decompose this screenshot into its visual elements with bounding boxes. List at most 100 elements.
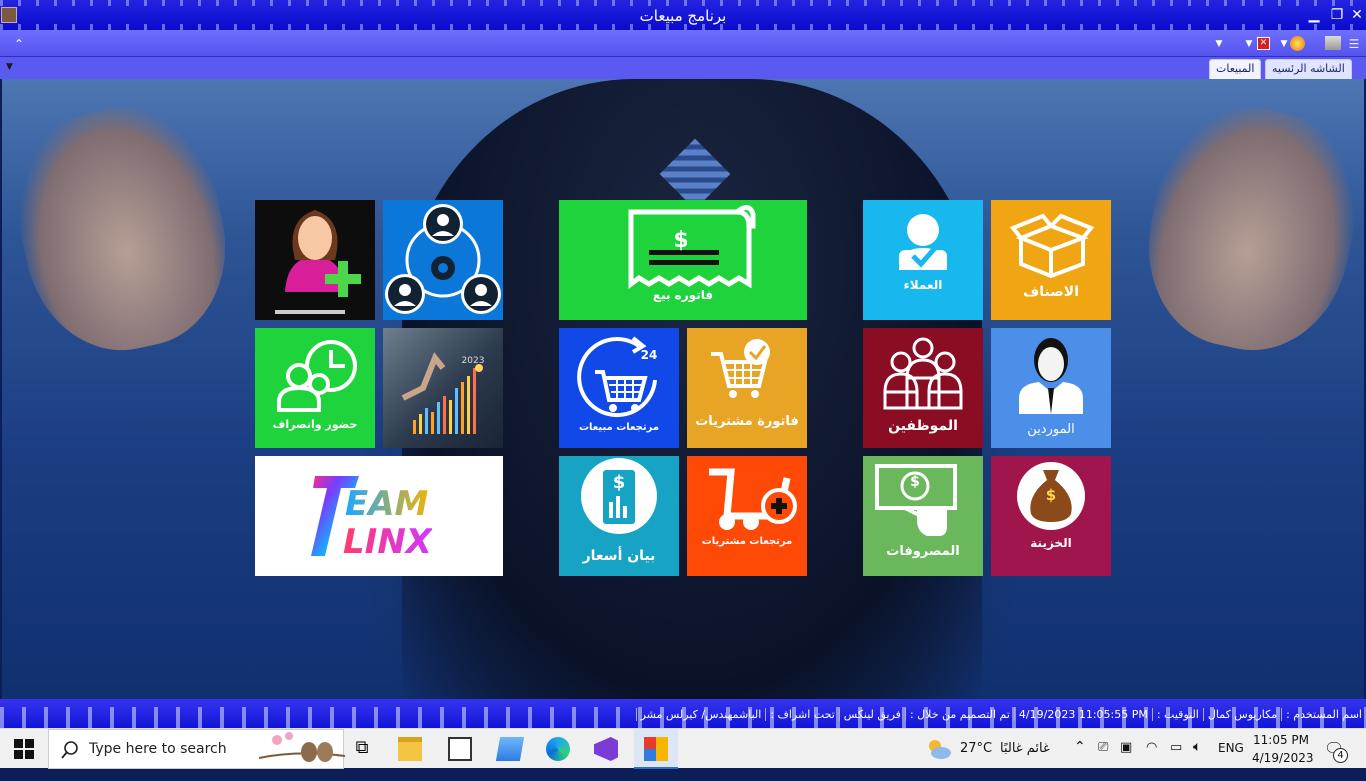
tile-purchase-invoice-label: فاتورة مشتريات	[695, 414, 799, 429]
customer-check-icon	[899, 214, 947, 270]
restore-icon[interactable]: ❐	[1329, 7, 1345, 23]
tab-home-label: الشاشه الرئسيه	[1272, 62, 1345, 75]
volume-icon[interactable]: 🔈︎	[1193, 739, 1201, 779]
tile-suppliers[interactable]: الموردين	[991, 328, 1111, 448]
clock-date: 4/19/2023	[1252, 751, 1314, 765]
status-supervision-value: الباشمهندس/ كيرلس مشر	[635, 708, 766, 721]
tile-purchase-returns-label: مرتجعات مشتريات	[701, 536, 793, 547]
team-network-icon	[385, 204, 501, 314]
windows-start-icon[interactable]	[14, 739, 34, 759]
tile-employees[interactable]: الموظفين	[863, 328, 983, 448]
tile-categories[interactable]: الاصناف	[991, 200, 1111, 320]
cloud-sun-icon	[929, 740, 951, 759]
edge-browser-icon[interactable]	[546, 737, 570, 761]
box-icon	[1009, 213, 1095, 279]
status-user-label: اسم المستخدم :	[1281, 708, 1366, 721]
status-time-value: 4/19/2023 11:05:55 PM	[1013, 708, 1152, 721]
status-user-value: مكاريوس كمال	[1202, 708, 1281, 721]
clock[interactable]: 11:05 PM 4/19/2023	[1252, 731, 1314, 771]
visual-studio-icon[interactable]	[594, 737, 618, 761]
background-hand-left	[2, 90, 245, 368]
tile-suppliers-label: الموردين	[1027, 422, 1075, 437]
mail-icon[interactable]	[448, 737, 472, 761]
tile-expenses[interactable]: $ المصروفات	[863, 456, 983, 576]
team-logo-word-2: LINX	[343, 522, 432, 562]
network-app-icon[interactable]	[495, 737, 525, 761]
title-bar: برنامج مبيعات ▁ ❐ ✕	[0, 0, 1366, 30]
minimize-icon[interactable]: ▁	[1306, 7, 1322, 23]
tab-dropdown-icon[interactable]: ▼	[6, 62, 13, 72]
palette-icon[interactable]	[1290, 36, 1305, 51]
tile-price-quote[interactable]: $ بيان أسعار	[559, 456, 679, 576]
add-user-icon	[275, 210, 361, 314]
status-items: اسم المستخدم :مكاريوس كمالالتوقيت :4/19/…	[635, 708, 1366, 724]
language-indicator[interactable]: ENG	[1218, 741, 1244, 781]
file-explorer-icon[interactable]	[398, 737, 422, 761]
tile-sales-returns-label: مرتجعات مبيعات	[578, 422, 660, 433]
birds-decoration-icon	[259, 732, 345, 762]
tab-strip: الشاشه الرئسيه المبيعات	[0, 57, 1366, 79]
team-logo-text: EAM LINX	[343, 485, 432, 562]
window-title: برنامج مبيعات	[639, 7, 727, 25]
taskbar: Type here to search ⧉ 27°C غائم غالبًا ⌃…	[0, 728, 1366, 771]
status-design-value: فريق لينكس	[838, 708, 905, 721]
tile-expenses-label: المصروفات	[886, 544, 960, 559]
tile-team[interactable]	[383, 200, 503, 320]
search-icon	[61, 741, 78, 759]
chevron-up-icon[interactable]: ⌃	[1074, 739, 1086, 779]
layout-icon[interactable]	[1325, 36, 1341, 50]
battery-icon[interactable]: ▭	[1170, 740, 1182, 780]
clipboard-icon[interactable]: ▣	[1120, 740, 1132, 780]
tile-price-quote-label: بيان أسعار	[582, 548, 656, 564]
menu-icon[interactable]: ☰	[1346, 36, 1362, 52]
invoice-icon	[628, 205, 756, 289]
tile-sales-returns[interactable]: 24 مرتجعات مبيعات	[559, 328, 679, 448]
tab-sales-label: المبيعات	[1216, 62, 1255, 75]
weather-text: غائم غالبًا	[1000, 741, 1050, 756]
tile-sales-returns-badge: 24	[640, 348, 658, 362]
cart-check-icon	[711, 339, 770, 398]
tile-purchase-returns[interactable]: مرتجعات مشتريات	[687, 456, 807, 576]
tile-customers[interactable]: العملاء	[863, 200, 983, 320]
tile-sales-invoice-label: فاتوره بيع	[652, 288, 714, 302]
tile-categories-label: الاصناف	[1023, 284, 1079, 300]
tile-reports-year: 2023	[461, 356, 485, 366]
meet-icon[interactable]: ⎚	[1098, 740, 1108, 780]
notification-count: 4	[1333, 748, 1348, 763]
tile-treasury[interactable]: $ الخزينة	[991, 456, 1111, 576]
weather-icon[interactable]	[926, 737, 952, 761]
wifi-icon[interactable]: ◠	[1146, 740, 1157, 780]
active-app-button[interactable]	[634, 729, 678, 769]
team-logo-word-1: EAM	[345, 485, 432, 523]
treasury-dollar: $	[1045, 486, 1057, 504]
toolbar: ⌃ ▼ ▼ ✕ ▼ ☰	[0, 30, 1366, 57]
close-doc-icon[interactable]: ✕	[1257, 37, 1270, 50]
taskbar-search-box[interactable]: Type here to search	[48, 729, 345, 769]
cart-add-icon	[709, 468, 797, 530]
status-design-label: تم التصميم من خلال :	[904, 708, 1014, 721]
tile-attendance[interactable]: حضور وانصراف	[255, 328, 375, 448]
tile-sales-invoice[interactable]: $ فاتوره بيع	[559, 200, 807, 320]
status-time-label: التوقيت :	[1151, 708, 1203, 721]
app-window: برنامج مبيعات ▁ ❐ ✕ ⌃ ▼ ▼ ✕ ▼ ☰ الشاشه ا…	[0, 0, 1366, 771]
tile-reports[interactable]: 2023	[383, 328, 503, 448]
tab-sales[interactable]: المبيعات	[1209, 59, 1262, 79]
tile-purchase-invoice[interactable]: فاتورة مشتريات	[687, 328, 807, 448]
chevron-down-icon[interactable]: ▼	[1241, 36, 1257, 52]
money-bag-icon	[1017, 462, 1085, 530]
price-quote-dollar: $	[612, 472, 626, 493]
tile-add-user[interactable]	[255, 200, 375, 320]
collapse-ribbon-icon[interactable]: ⌃	[11, 36, 27, 52]
search-placeholder: Type here to search	[89, 741, 227, 757]
clock-time: 11:05 PM	[1253, 733, 1309, 747]
chart-report-icon	[401, 352, 483, 434]
status-bar: اسم المستخدم :مكاريوس كمالالتوقيت :4/19/…	[0, 699, 1366, 728]
main-dashboard	[2, 79, 1364, 699]
tab-home[interactable]: الشاشه الرئسيه	[1265, 59, 1352, 79]
task-view-icon[interactable]: ⧉	[350, 737, 374, 761]
background-hand-right	[1129, 90, 1364, 368]
close-icon[interactable]: ✕	[1349, 7, 1365, 23]
status-supervision-label: تحت اشراف :	[765, 708, 838, 721]
chevron-down-icon[interactable]: ▼	[1211, 36, 1227, 52]
invoice-dollar-label: $	[673, 228, 689, 253]
